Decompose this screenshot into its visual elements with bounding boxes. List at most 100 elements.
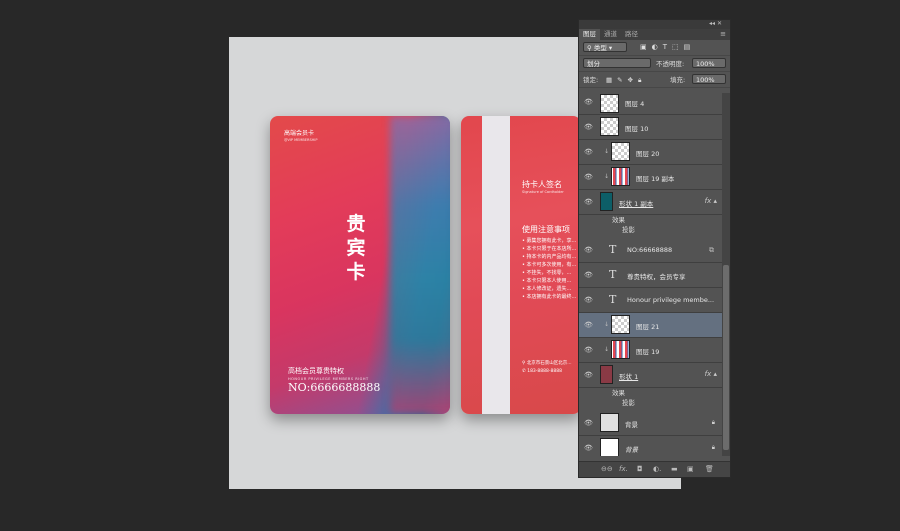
filter-select[interactable]: ⚲ 类型 ▾ <box>583 42 627 52</box>
lock-row: 锁定: ▦✎✥🔒︎ 填充: 100% <box>579 72 730 88</box>
text-layer-icon: T <box>609 293 617 306</box>
effects-row[interactable]: 效果 <box>579 215 723 225</box>
tab-channels[interactable]: 通道 <box>600 29 621 40</box>
layer-row[interactable]: 👁︎ 形状 1 副本 fx ▴ <box>579 190 723 215</box>
trash-icon[interactable]: 🗑︎ <box>705 465 714 473</box>
layer-thumbnail <box>611 315 630 334</box>
clip-arrow-icon: ↓ <box>604 148 610 155</box>
card-address: ⚲ 北京市石景山区北京... <box>522 361 572 366</box>
card-privilege: 高档会员尊贵特权 <box>288 367 344 375</box>
layer-row[interactable]: 👁︎ 背景 🔒︎ <box>579 436 723 456</box>
eye-icon[interactable]: 👁︎ <box>584 321 593 329</box>
blend-mode-select[interactable]: 划分 <box>583 58 651 68</box>
layer-row[interactable]: 👁︎ ↓ 图层 19 <box>579 338 723 363</box>
eye-icon[interactable]: 👁︎ <box>584 346 593 354</box>
panel-titlebar[interactable]: ◂◂ ✕ <box>579 20 730 29</box>
eye-icon[interactable]: 👁︎ <box>584 98 593 106</box>
effects-label: 效果 <box>612 216 625 224</box>
layer-name: 形状 1 副本 <box>619 200 654 208</box>
eye-icon[interactable]: 👁︎ <box>584 173 593 181</box>
eye-icon[interactable]: 👁︎ <box>584 246 593 254</box>
opacity-label: 不透明度: <box>656 60 685 68</box>
layer-row[interactable]: 👁︎ 形状 1 fx ▴ <box>579 363 723 388</box>
back-card: 持卡人签名 Signature of Cardholder 使用注意事项 • 募… <box>461 116 581 414</box>
rule-item: • 本卡只限于在本店所... <box>522 246 577 252</box>
adjustment-icon[interactable]: ◐. <box>653 465 661 473</box>
layer-row[interactable]: 👁︎ ↓ 图层 19 副本 <box>579 165 723 190</box>
eye-icon[interactable]: 👁︎ <box>584 296 593 304</box>
fx-icon[interactable]: fx ▴ <box>705 370 717 378</box>
eye-icon[interactable]: 👁︎ <box>584 371 593 379</box>
fill-value: 100% <box>696 76 715 84</box>
card-brand: 高端会员卡 <box>284 130 315 137</box>
notice-title: 使用注意事项 <box>522 225 570 234</box>
collapse-icon[interactable]: ◂◂ ✕ <box>709 20 722 27</box>
panel-tabs: 图层 通道 路径 ≡ <box>579 29 730 40</box>
layer-row[interactable]: 👁︎ ↓ 图层 20 <box>579 140 723 165</box>
layer-row[interactable]: 👁︎ 背景 🔒︎ <box>579 411 723 436</box>
layer-name: Honour privilege membe... <box>627 296 715 304</box>
layer-row[interactable]: 👁︎ T 尊贵特权，会员专享 <box>579 263 723 288</box>
layer-row[interactable]: 👁︎ T NO:66668888 ⧉ <box>579 238 723 263</box>
layer-name: 图层 4 <box>625 100 645 108</box>
layer-name: 背景 <box>625 446 638 454</box>
layers-scrollbar[interactable] <box>722 93 730 456</box>
link-icon[interactable]: ⊖⊖ <box>601 465 613 473</box>
fill-label: 填充: <box>670 76 686 84</box>
shadow-label: 投影 <box>622 399 635 407</box>
shadow-row[interactable]: 投影 <box>579 398 723 411</box>
rule-item: • 本卡只限本人使用... <box>522 278 572 284</box>
clip-arrow-icon: ↓ <box>604 321 610 328</box>
eye-icon[interactable]: 👁︎ <box>584 419 593 427</box>
layer-name: 图层 21 <box>636 323 660 331</box>
clip-arrow-icon: ↓ <box>604 173 610 180</box>
lock-icons[interactable]: ▦✎✥🔒︎ <box>606 75 647 85</box>
group-folder-icon[interactable]: ▬ <box>671 465 678 473</box>
new-layer-icon[interactable]: ▣ <box>687 465 694 473</box>
layer-row[interactable]: 👁︎ T Honour privilege membe... <box>579 288 723 313</box>
layer-thumbnail <box>611 340 630 359</box>
layer-row-selected[interactable]: 👁︎ ↓ 图层 21 <box>579 313 723 338</box>
layer-name: 背景 <box>625 421 638 429</box>
shape-thumbnail <box>600 192 613 211</box>
fill-input[interactable]: 100% <box>692 74 726 84</box>
layer-row[interactable]: 👁︎ 图层 10 <box>579 115 723 140</box>
mask-icon[interactable]: ◘ <box>637 465 643 473</box>
address-text: 北京市石景山区北京... <box>526 361 572 366</box>
tab-layers[interactable]: 图层 <box>579 29 600 40</box>
phone-text: 183-8888-8888 <box>527 369 562 374</box>
lock-icon: 🔒︎ <box>711 444 715 451</box>
blend-row: 划分 不透明度: 100% <box>579 56 730 72</box>
panel-menu-icon[interactable]: ≡ <box>720 30 726 38</box>
scrollbar-thumb[interactable] <box>723 265 729 450</box>
sign-label-en: Signature of Cardholder <box>522 190 564 194</box>
shape-thumbnail <box>600 365 613 384</box>
eye-icon[interactable]: 👁︎ <box>584 271 593 279</box>
effects-row[interactable]: 效果 <box>579 388 723 398</box>
eye-icon[interactable]: 👁︎ <box>584 123 593 131</box>
clip-arrow-icon: ↓ <box>604 346 610 353</box>
layers-panel: ◂◂ ✕ 图层 通道 路径 ≡ ⚲ 类型 ▾ ▣◐T⬚▤ 划分 不透明度: 10… <box>578 19 731 478</box>
fx-button-icon[interactable]: fx. <box>619 465 628 473</box>
layer-name: 图层 20 <box>636 150 660 158</box>
shadow-row[interactable]: 投影 <box>579 225 723 238</box>
card-phone: ✆ 183-8888-8888 <box>522 369 562 374</box>
eye-icon[interactable]: 👁︎ <box>584 444 593 452</box>
tab-paths[interactable]: 路径 <box>621 29 642 40</box>
sign-label: 持卡人签名 <box>522 180 562 189</box>
filter-icons[interactable]: ▣◐T⬚▤ <box>640 43 695 51</box>
lock-icon: 🔒︎ <box>711 419 715 426</box>
fx-icon[interactable]: fx ▴ <box>705 197 717 205</box>
lock-label: 锁定: <box>583 76 599 84</box>
eye-icon[interactable]: 👁︎ <box>584 148 593 156</box>
opacity-value: 100% <box>696 60 715 68</box>
text-layer-icon: T <box>609 268 617 281</box>
layer-name: 图层 10 <box>625 125 649 133</box>
eye-icon[interactable]: 👁︎ <box>584 198 593 206</box>
opacity-input[interactable]: 100% <box>692 58 726 68</box>
layer-name: 形状 1 <box>619 373 639 381</box>
layer-thumbnail <box>611 167 630 186</box>
card-title: 贵宾卡 <box>346 213 366 283</box>
layers-list: 👁︎ 图层 4 👁︎ 图层 10 👁︎ ↓ 图层 20 👁︎ ↓ 图层 19 副… <box>579 93 723 456</box>
layer-row[interactable]: 👁︎ 图层 4 <box>579 93 723 115</box>
